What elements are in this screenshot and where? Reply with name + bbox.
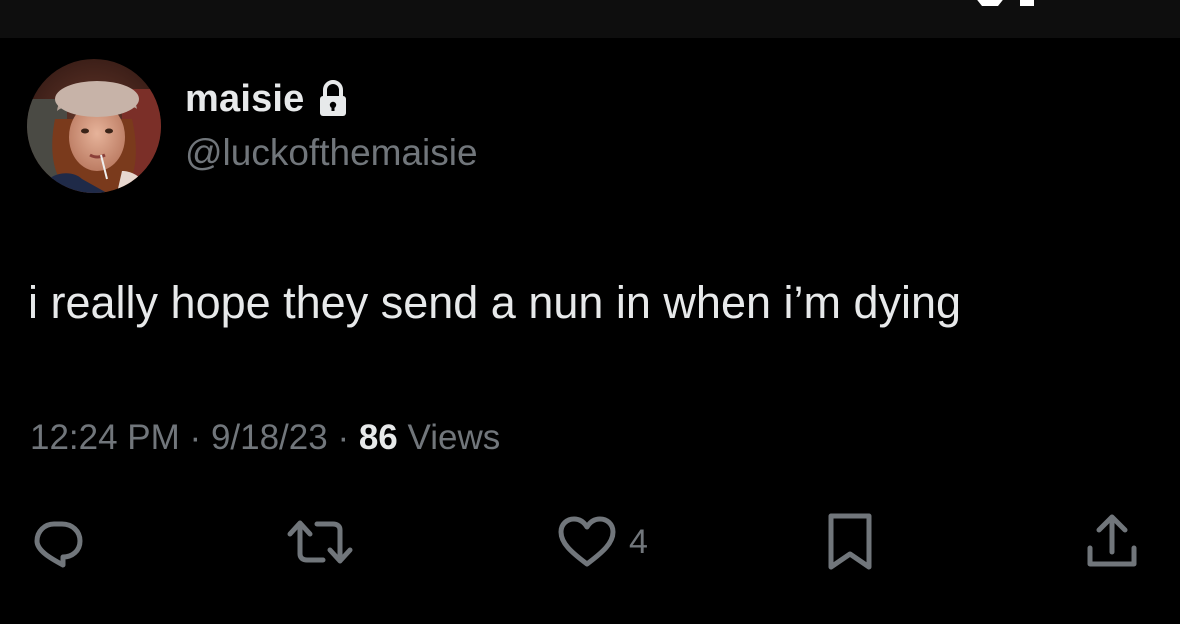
like-button[interactable]: 4 (557, 512, 648, 572)
share-button[interactable] (1084, 512, 1140, 572)
bookmark-icon (828, 513, 872, 570)
tweet-date[interactable]: 9/18/23 (211, 418, 328, 457)
retweet-button[interactable] (285, 512, 355, 572)
display-name[interactable]: maisie (185, 76, 305, 122)
share-icon (1087, 514, 1137, 567)
top-bar (0, 0, 1180, 38)
reply-icon (34, 521, 83, 568)
tweet-meta: 12:24 PM · 9/18/23 · 86 Views (30, 415, 500, 461)
views-count[interactable]: 86 (359, 418, 398, 457)
reply-button[interactable] (30, 512, 86, 572)
heart-icon (558, 516, 616, 567)
user-handle[interactable]: @luckofthemaisie (185, 130, 478, 176)
avatar[interactable] (27, 59, 161, 193)
lock-icon (319, 80, 346, 116)
display-name-row[interactable]: maisie (185, 76, 349, 122)
tweet-text: i really hope they send a nun in when i’… (28, 277, 962, 328)
tweet-time[interactable]: 12:24 PM (30, 418, 180, 457)
like-count: 4 (629, 523, 648, 561)
bookmark-button[interactable] (826, 512, 874, 572)
retweet-icon (287, 520, 353, 564)
views-label[interactable]: Views (408, 418, 501, 457)
meta-separator: · (337, 418, 350, 457)
profile-photo-icon (27, 59, 161, 193)
meta-separator: · (189, 418, 202, 457)
logo-icon (977, 0, 1034, 6)
